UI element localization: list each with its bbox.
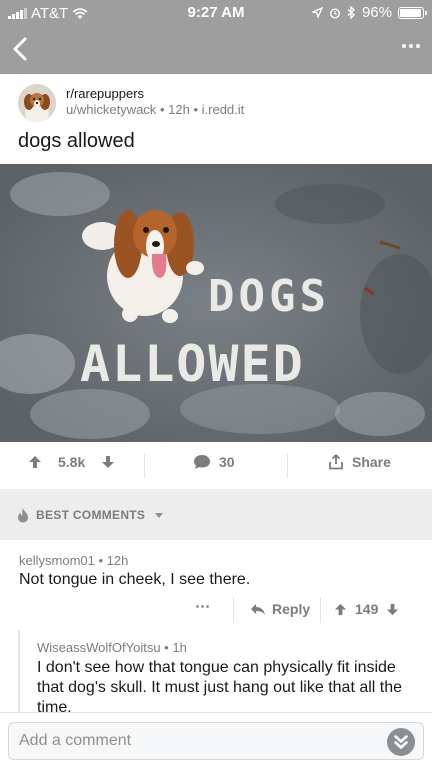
- downvote-icon[interactable]: [386, 603, 399, 616]
- reply-button[interactable]: Reply: [250, 601, 310, 617]
- meta-separator: •: [193, 102, 199, 117]
- chevron-down-icon: [155, 513, 163, 518]
- double-chevron-down-icon: [394, 735, 408, 749]
- comment-sort-bar[interactable]: BEST COMMENTS: [0, 490, 432, 540]
- dog-photo: DOGS ALLOWED: [0, 164, 432, 442]
- share-button[interactable]: Share: [328, 454, 391, 470]
- upvote-icon[interactable]: [334, 603, 347, 616]
- comment-score: 149: [355, 601, 379, 617]
- comment-age: 12h: [106, 553, 129, 568]
- back-arrow-icon[interactable]: [6, 34, 36, 64]
- comment-body: I don't see how that tongue can physical…: [37, 659, 403, 712]
- post-age: 12h: [168, 102, 190, 117]
- post-header: r/rarepuppers u/whicketywack • 12h • i.r…: [0, 74, 432, 164]
- upvote-icon[interactable]: [28, 455, 42, 469]
- comment-author[interactable]: WiseassWolfOfYoitsu: [37, 640, 161, 655]
- comment-count: 30: [219, 454, 235, 470]
- add-comment-input[interactable]: [8, 722, 424, 760]
- road-text-allowed: ALLOWED: [80, 335, 305, 393]
- action-divider: [144, 454, 145, 478]
- action-divider: [320, 597, 321, 623]
- post-meta: u/whicketywack • 12h • i.redd.it: [66, 102, 244, 117]
- post-domain[interactable]: i.redd.it: [202, 102, 245, 117]
- share-label: Share: [352, 454, 391, 470]
- comment-body: Not tongue in cheek, I see there.: [19, 571, 251, 588]
- reply-label: Reply: [272, 601, 311, 617]
- battery-icon: [398, 6, 427, 19]
- post-action-bar: 5.8k 30 Share: [0, 442, 432, 490]
- post-score: 5.8k: [58, 454, 86, 470]
- status-right: 96%: [311, 4, 427, 21]
- comment-age: 1h: [172, 640, 187, 655]
- comment-bubble-icon: [194, 455, 210, 469]
- comment-author[interactable]: kellysmom01: [19, 553, 95, 568]
- status-bar: AT&T 9:27 AM 96%: [0, 0, 432, 26]
- nav-bar: [0, 26, 432, 74]
- reply-arrow-icon: [251, 603, 265, 615]
- battery-percent: 96%: [361, 4, 392, 21]
- comment-meta: WiseassWolfOfYoitsu • 1h: [37, 640, 187, 655]
- meta-separator: •: [98, 553, 104, 568]
- comment-actions: Reply 149: [0, 595, 432, 625]
- comment-composer: [0, 712, 432, 768]
- meta-separator: •: [164, 640, 169, 655]
- downvote-icon[interactable]: [101, 455, 115, 469]
- location-icon: [311, 7, 323, 18]
- post-title: dogs allowed: [18, 130, 135, 152]
- road-text-dogs: DOGS: [208, 271, 330, 322]
- vote-group: 5.8k: [28, 454, 115, 470]
- bluetooth-icon: [347, 6, 355, 19]
- post-image[interactable]: DOGS ALLOWED: [0, 164, 432, 442]
- meta-separator: •: [159, 102, 165, 117]
- sort-label: BEST COMMENTS: [36, 508, 146, 522]
- more-options-icon[interactable]: [402, 44, 420, 48]
- flame-icon: [18, 508, 28, 523]
- alarm-icon: [329, 7, 340, 19]
- comment-vote-group: 149: [334, 601, 399, 617]
- comment-list: kellysmom01 • 12h Not tongue in cheek, I…: [0, 540, 432, 712]
- author-link[interactable]: u/whicketywack: [66, 102, 156, 117]
- comment-more-icon[interactable]: [196, 605, 209, 608]
- action-divider: [233, 597, 234, 623]
- comments-button[interactable]: 30: [193, 454, 235, 470]
- subreddit-link[interactable]: r/rarepuppers: [66, 86, 144, 101]
- expand-composer-button[interactable]: [387, 728, 415, 756]
- comment-meta: kellysmom01 • 12h: [19, 553, 128, 568]
- share-icon: [329, 454, 343, 470]
- subreddit-avatar[interactable]: [18, 84, 56, 122]
- thread-line[interactable]: [18, 630, 20, 712]
- action-divider: [287, 454, 288, 478]
